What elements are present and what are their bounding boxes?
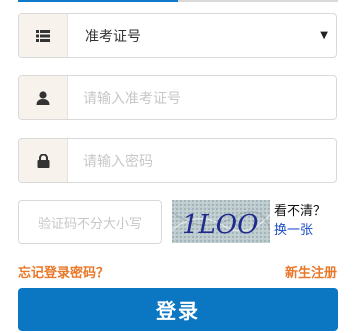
tab-indicator-track: [18, 0, 338, 2]
password-input[interactable]: 请输入密码: [18, 138, 337, 183]
login-panel: 准考证号 ▼ 请输入准考证号 请输入密码 验证码不分大小写 1LOO 看不清？ …: [0, 0, 356, 333]
captcha-image[interactable]: 1LOO: [172, 200, 270, 243]
chevron-down-icon: ▼: [320, 30, 328, 41]
forgot-password-link[interactable]: 忘记登录密码？: [18, 262, 109, 281]
captcha-refresh-link[interactable]: 换一张: [274, 222, 313, 240]
user-icon: [19, 76, 68, 119]
lock-icon: [19, 139, 68, 182]
list-icon: [19, 14, 68, 57]
account-input[interactable]: 请输入准考证号: [18, 75, 337, 120]
register-link[interactable]: 新生注册: [285, 262, 337, 281]
captcha-cant-see-label: 看不清？: [274, 204, 327, 219]
captcha-placeholder: 验证码不分大小写: [37, 216, 142, 232]
password-placeholder: 请输入密码: [83, 153, 153, 170]
account-placeholder: 请输入准考证号: [83, 90, 181, 107]
id-type-selected-value: 准考证号: [85, 28, 141, 45]
id-type-select[interactable]: 准考证号 ▼: [18, 13, 337, 58]
captcha-image-text: 1LOO: [182, 210, 258, 240]
captcha-input[interactable]: 验证码不分大小写: [18, 200, 162, 244]
tab-indicator-active: [18, 0, 178, 2]
login-button[interactable]: 登录: [18, 288, 338, 331]
